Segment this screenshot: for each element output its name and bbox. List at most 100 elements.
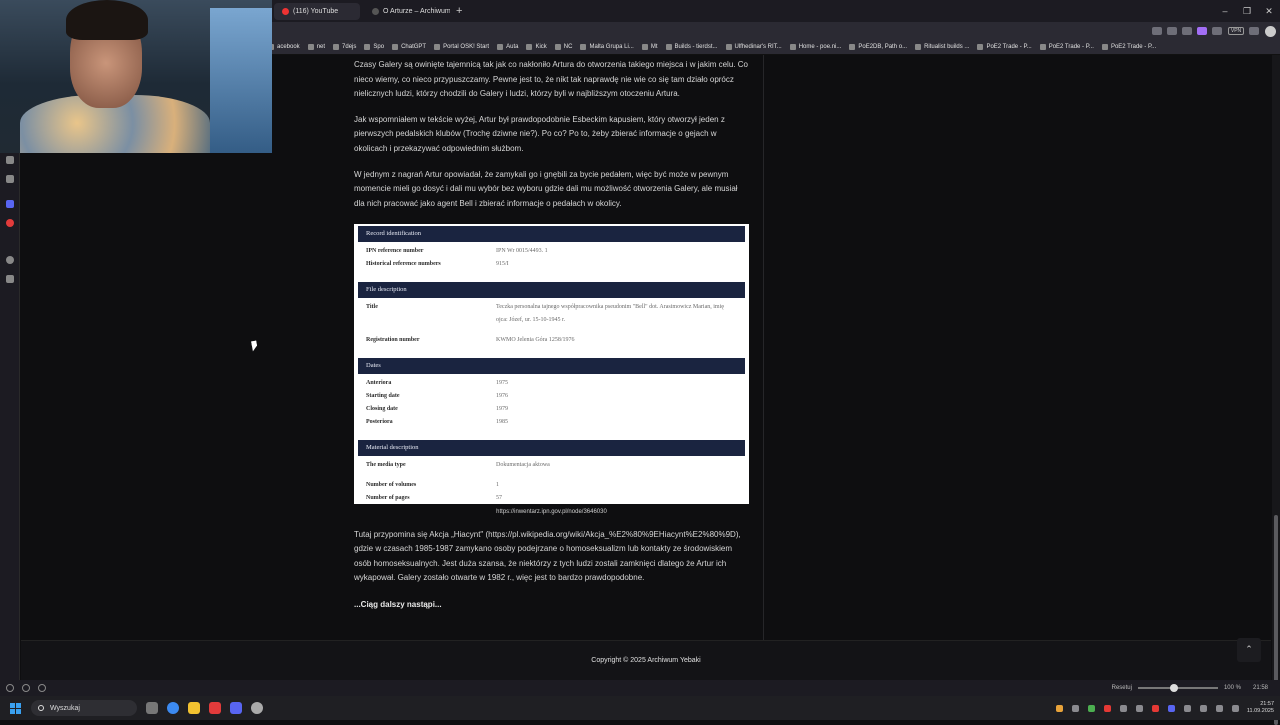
ipn-record-image: Record identification IPN reference numbe… [354,224,749,504]
settings-icon[interactable] [6,256,14,264]
volume-icon[interactable] [1215,704,1223,712]
bookmark-item[interactable]: Spo [364,44,384,50]
notes-icon[interactable] [6,175,14,183]
bookmark-favicon-icon [307,44,314,50]
minimize-button[interactable]: – [1214,6,1236,16]
close-button[interactable]: ✕ [1258,6,1280,17]
maximize-button[interactable]: ❐ [1236,6,1258,17]
discord-taskbar-icon[interactable] [230,702,242,714]
wifi-icon[interactable] [1199,704,1207,712]
tray-icon[interactable] [1151,704,1159,712]
bookmark-label: ChatGPT [401,44,427,50]
browser-tab[interactable]: O Arturze – Archiwum Yebi [364,3,450,20]
bookmark-item[interactable]: PoE2 Trade - P... [977,44,1032,50]
bookmark-item[interactable]: ChatGPT [392,44,426,50]
bookmark-item[interactable]: NC [554,44,572,50]
taskbar-search[interactable]: Wyszukaj [31,700,137,716]
bookmark-item[interactable]: Auta [497,44,518,50]
bookmark-favicon-icon [725,44,732,50]
app-icon[interactable] [251,702,263,714]
add-panel-icon[interactable] [6,275,14,283]
history-icon[interactable] [6,156,14,164]
bookmark-favicon-icon [580,44,587,50]
bookmark-favicon-icon [789,44,796,50]
bookmark-item[interactable]: Ritualist builds ... [915,44,969,50]
bookmark-item[interactable]: Ulfhedinar's RIT... [725,44,782,50]
settings-icon[interactable] [6,684,14,692]
scrollbar[interactable] [1272,55,1280,725]
bookmark-favicon-icon [915,44,922,50]
record-section-header: Record identification [358,226,745,242]
record-key: Title [366,304,378,310]
tray-icon[interactable] [1167,704,1175,712]
bookmark-label: Home - poe.ni... [798,44,842,50]
system-tray: 21:57 11.09.2025 [1047,701,1274,715]
new-tab-button[interactable]: + [456,5,462,17]
file-explorer-icon[interactable] [188,702,200,714]
tray-icon[interactable] [1055,704,1063,712]
bookmark-item[interactable]: PoE2 Trade - P... [1039,44,1094,50]
bookmark-item[interactable]: net [307,44,325,50]
tab-label: O Arturze – Archiwum Yebi [383,7,450,15]
bookmark-item[interactable]: Kick [526,44,547,50]
bookmark-item[interactable]: Builds - tierdst... [665,44,718,50]
discord-icon[interactable] [6,200,14,208]
bookmark-item[interactable]: acebook [268,44,300,50]
article-body: Czasy Galery są owinięte tajemnicą tak j… [354,58,748,222]
record-row: The media type Dokumentacja aktowa [358,459,745,472]
zoom-knob[interactable] [1169,684,1178,692]
browser-tab[interactable]: (116) YouTube [274,2,360,20]
vivaldi-taskbar-icon[interactable] [209,702,221,714]
bookmark-item[interactable]: PoE2 Trade - P... [1101,44,1156,50]
vpn-button[interactable]: VPN [1228,27,1244,35]
record-row: Anteriora 1975 [358,377,745,390]
record-value: 1976 [496,393,508,399]
bookmark-icon[interactable] [1182,27,1192,35]
task-view-icon[interactable] [146,702,158,714]
window-background [210,8,272,153]
reset-zoom-button[interactable]: Resetuj [1112,685,1132,691]
chrome-icon[interactable] [167,702,179,714]
page-footer: Copyright © 2025 Archiwum Yebaki [21,640,1271,680]
bookmark-favicon-icon [641,44,648,50]
translate-icon[interactable] [1212,27,1222,35]
copyright: Copyright © 2025 Archiwum Yebaki [591,657,701,664]
record-key: Starting date [366,393,400,399]
record-key: Number of pages [366,495,410,501]
puzzle-icon[interactable] [1197,27,1207,35]
record-value: KWMO Jelenia Góra 1258/1976 [496,337,575,343]
record-value: 1985 [496,419,508,425]
tray-icon[interactable] [1119,704,1127,712]
record-key: Number of volumes [366,482,417,488]
tray-icon[interactable] [1087,704,1095,712]
bookmark-item[interactable]: Portal OSK! Start [434,44,489,50]
browser-statusbar: Resetuj 100 % 21:58 [0,680,1280,696]
extensions-icon[interactable] [1152,27,1162,35]
sync-icon[interactable] [38,684,46,692]
bookmark-item[interactable]: 7dejs [333,44,356,50]
bookmark-favicon-icon [434,44,441,50]
menu-list-icon[interactable] [1167,27,1177,35]
record-value: 1 [496,482,499,488]
zoom-slider[interactable] [1137,684,1218,692]
tray-icon[interactable] [1071,704,1079,712]
vivaldi-icon[interactable] [6,219,14,227]
taskbar-clock[interactable]: 21:57 11.09.2025 [1247,701,1274,715]
downloads-icon[interactable] [1249,27,1259,35]
bookmark-item[interactable]: Mt [641,44,658,50]
scroll-to-top-button[interactable]: ⌃ [1237,638,1261,662]
bookmark-item[interactable]: Home - poe.ni... [789,44,842,50]
tab-label: (116) YouTube [293,7,339,15]
bookmark-item[interactable]: Malta Grupa Li... [580,44,634,50]
profile-avatar[interactable] [1265,25,1276,37]
person-hair [66,0,148,40]
tray-icon[interactable] [1135,704,1143,712]
record-key: Historical reference numbers [366,261,441,267]
bookmark-item[interactable]: PoE2DB, Path o... [849,44,907,50]
windows-start-icon[interactable] [10,702,21,714]
tray-icon[interactable] [1103,704,1111,712]
tray-icon[interactable] [1183,704,1191,712]
battery-icon[interactable] [1231,704,1239,712]
panel-toggle-icon[interactable] [22,684,30,692]
record-key: Registration number [366,337,420,343]
